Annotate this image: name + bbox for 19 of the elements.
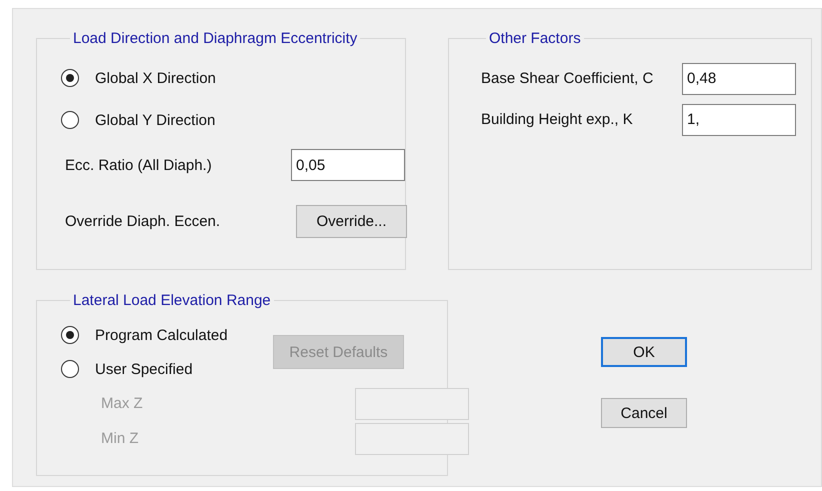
group-title: Load Direction and Diaphragm Eccentricity bbox=[72, 30, 358, 47]
dialog-button[interactable]: Cancel bbox=[601, 398, 687, 428]
dialog-button[interactable]: OK bbox=[601, 337, 687, 367]
input-field[interactable]: 0,48 bbox=[682, 62, 796, 94]
override-button[interactable]: Override... bbox=[296, 205, 407, 238]
field-label: Base Shear Coefficient, C bbox=[481, 70, 654, 87]
radio-button[interactable]: User Specified bbox=[61, 352, 273, 386]
field-label: Ecc. Ratio (All Diaph.) bbox=[65, 156, 212, 174]
radio-button[interactable]: Global X Direction bbox=[61, 57, 405, 99]
radio-button[interactable]: Program Calculated bbox=[61, 318, 273, 352]
group-title: Lateral Load Elevation Range bbox=[72, 292, 272, 309]
field-label: Min Z bbox=[101, 430, 138, 447]
field-label: Building Height exp., K bbox=[481, 111, 633, 128]
field-label: Override Diaph. Eccen. bbox=[65, 213, 220, 230]
radio-button[interactable]: Global Y Direction bbox=[61, 99, 405, 141]
group-title: Other Factors bbox=[488, 30, 582, 47]
input-field[interactable]: 0,05 bbox=[291, 149, 405, 181]
input-field[interactable]: 1, bbox=[682, 104, 796, 136]
field-label: Max Z bbox=[101, 395, 143, 412]
